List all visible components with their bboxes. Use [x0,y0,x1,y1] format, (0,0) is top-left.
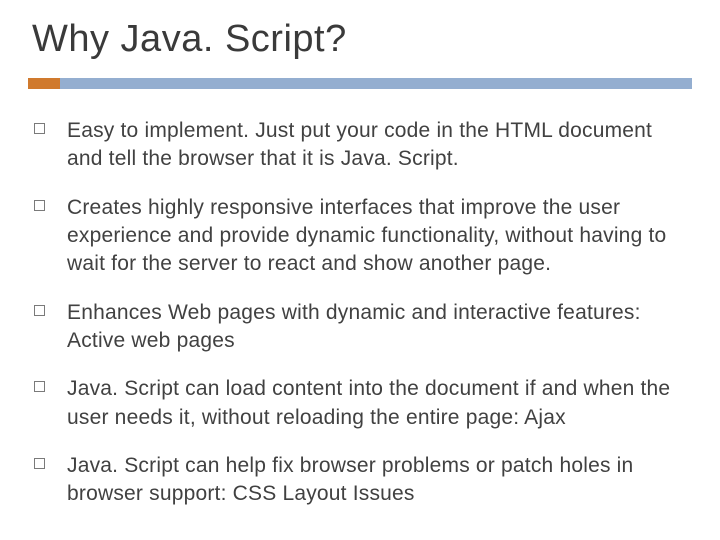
square-bullet-icon [34,305,45,316]
list-item: Creates highly responsive interfaces tha… [34,194,692,279]
bullet-text: Java. Script can load content into the d… [67,375,692,432]
list-item: Easy to implement. Just put your code in… [34,117,692,174]
bullet-text: Enhances Web pages with dynamic and inte… [67,299,692,356]
list-item: Enhances Web pages with dynamic and inte… [34,299,692,356]
rule-accent [28,78,60,89]
bullet-list: Easy to implement. Just put your code in… [28,117,692,509]
bullet-text: Java. Script can help fix browser proble… [67,452,692,509]
title-rule [28,75,692,93]
slide: Why Java. Script? Easy to implement. Jus… [0,0,720,540]
slide-title: Why Java. Script? [32,18,692,61]
square-bullet-icon [34,200,45,211]
square-bullet-icon [34,123,45,134]
list-item: Java. Script can help fix browser proble… [34,452,692,509]
rule-main [60,78,692,89]
square-bullet-icon [34,381,45,392]
list-item: Java. Script can load content into the d… [34,375,692,432]
bullet-text: Creates highly responsive interfaces tha… [67,194,692,279]
bullet-text: Easy to implement. Just put your code in… [67,117,692,174]
square-bullet-icon [34,458,45,469]
